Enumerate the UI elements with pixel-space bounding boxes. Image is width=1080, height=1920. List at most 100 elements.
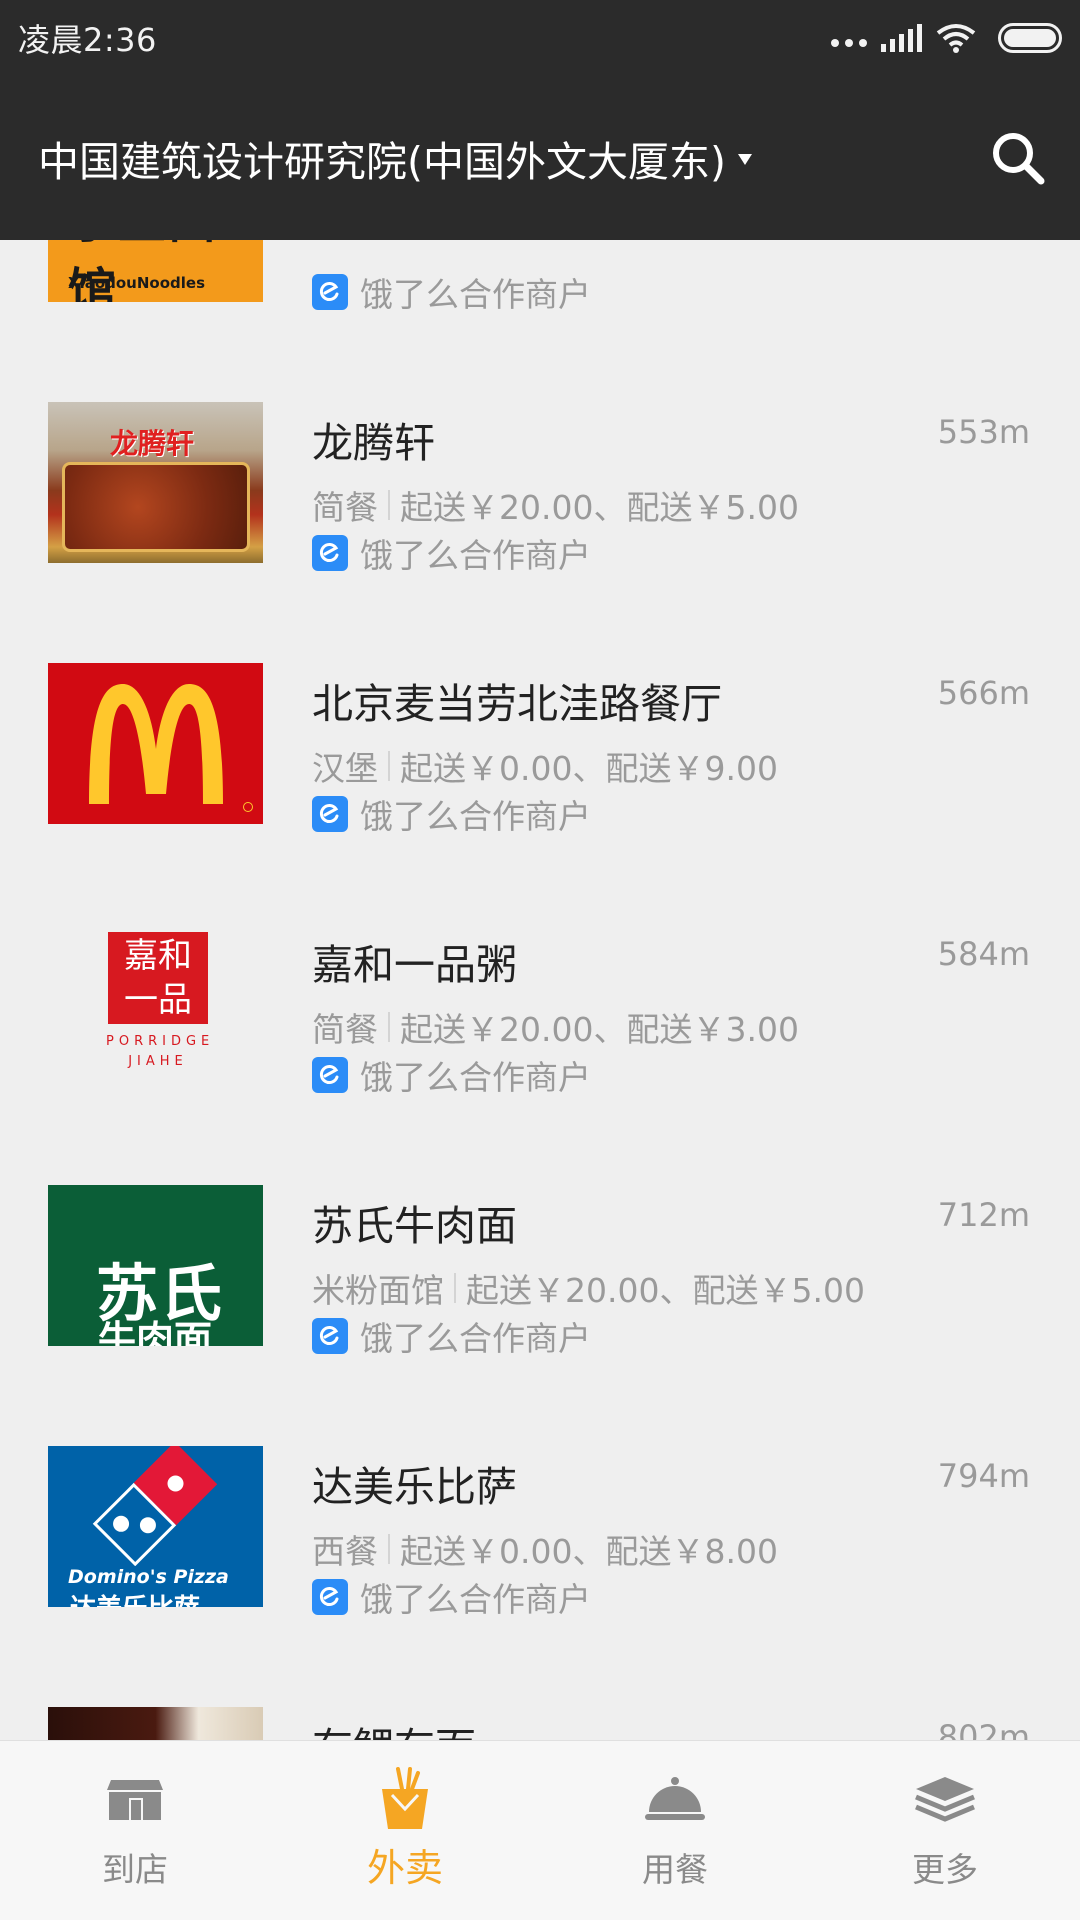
restaurant-logo — [48, 1707, 263, 1740]
restaurant-name: 达美乐比萨 — [312, 1463, 517, 1511]
divider — [388, 490, 390, 520]
restaurant-item[interactable]: 北京麦当劳北洼路餐厅 566m 汉堡 起送￥0.00、配送￥9.00 饿了么合作… — [0, 632, 1080, 893]
location-selector[interactable]: 中国建筑设计研究院(中国外文大厦东) — [38, 128, 752, 188]
partner-tag-label: 饿了么合作商户 — [360, 275, 591, 314]
restaurant-distance: 553m — [937, 413, 1030, 451]
divider — [454, 1273, 456, 1303]
restaurant-logo: 小豆面馆 XiaodouNoodles — [48, 240, 263, 302]
partner-tag: 饿了么合作商户 — [312, 268, 591, 316]
partner-tag-label: 饿了么合作商户 — [360, 1319, 591, 1358]
restaurant-meta: 米粉面馆 起送￥20.00、配送￥5.00 — [312, 1264, 865, 1312]
restaurant-logo: 龙腾轩 — [48, 402, 263, 563]
more-dots-icon — [831, 39, 867, 47]
restaurant-meta: 汉堡 起送￥0.00、配送￥9.00 — [312, 742, 778, 790]
eleme-icon — [312, 796, 348, 832]
partner-tag: 饿了么合作商户 — [312, 1051, 591, 1099]
location-label: 中国建筑设计研究院(中国外文大厦东) — [38, 138, 726, 186]
divider — [388, 1012, 390, 1042]
bottom-tab-bar: 到店 外卖 用餐 更多 — [0, 1740, 1080, 1920]
partner-tag: 饿了么合作商户 — [312, 1573, 591, 1621]
status-icons — [831, 23, 1062, 53]
restaurant-item[interactable]: Domino's Pizza 达美乐比萨 达美乐比萨 794m 西餐 起送￥0.… — [0, 1415, 1080, 1676]
restaurant-category: 汉堡 — [312, 749, 378, 788]
wifi-icon — [936, 24, 976, 53]
tab-label: 外卖 — [366, 1846, 443, 1890]
divider — [388, 751, 390, 781]
tab-dining[interactable]: 用餐 — [540, 1741, 810, 1920]
restaurant-name: 嘉和一品粥 — [312, 941, 517, 989]
tab-label: 到店 — [102, 1850, 168, 1889]
status-time: 凌晨2:36 — [18, 21, 157, 59]
logo-subtext: XiaodouNoodles — [68, 274, 205, 292]
restaurant-meta: 简餐 起送￥20.00、配送￥3.00 — [312, 1003, 799, 1051]
restaurant-logo: 苏氏 牛肉面 — [48, 1185, 263, 1346]
restaurant-item[interactable]: 嘉和一品 PORRIDGE JIAHE 嘉和一品粥 584m 简餐 起送￥20.… — [0, 893, 1080, 1154]
restaurant-fees: 起送￥0.00、配送￥9.00 — [400, 749, 778, 788]
restaurant-category: 西餐 — [312, 1532, 378, 1571]
partner-tag-label: 饿了么合作商户 — [360, 1580, 591, 1619]
partner-tag-label: 饿了么合作商户 — [360, 797, 591, 836]
partner-tag: 饿了么合作商户 — [312, 1312, 591, 1360]
restaurant-logo — [48, 663, 263, 824]
restaurant-item[interactable]: 小豆面馆 XiaodouNoodles 饿了么合作商户 — [0, 240, 1080, 371]
restaurant-category: 简餐 — [312, 488, 378, 527]
golden-arches-icon — [88, 683, 223, 804]
domino-tile-icon — [92, 1446, 218, 1566]
logo-subtext: PORRIDGE JIAHE — [106, 1034, 215, 1069]
takeout-box-icon — [373, 1767, 437, 1829]
header: 中国建筑设计研究院(中国外文大厦东) — [0, 76, 1080, 240]
restaurant-name: 有鲤有面 — [312, 1714, 476, 1740]
signal-icon — [881, 24, 922, 52]
logo-text: Domino's Pizza — [68, 1566, 229, 1588]
divider — [388, 1534, 390, 1564]
partner-tag: 饿了么合作商户 — [312, 529, 591, 577]
logo-text: 小豆面馆 — [68, 240, 216, 302]
restaurant-logo: 嘉和一品 PORRIDGE JIAHE — [48, 924, 263, 1085]
restaurant-meta: 西餐 起送￥0.00、配送￥8.00 — [312, 1525, 778, 1573]
restaurant-distance: 584m — [937, 935, 1030, 973]
tab-takeout[interactable]: 外卖 — [270, 1741, 540, 1920]
restaurant-fees: 起送￥20.00、配送￥5.00 — [466, 1271, 865, 1310]
tab-store[interactable]: 到店 — [0, 1741, 270, 1920]
restaurant-name: 龙腾轩 — [312, 419, 435, 467]
restaurant-distance: 566m — [937, 674, 1030, 712]
eleme-icon — [312, 1057, 348, 1093]
tab-label: 用餐 — [642, 1850, 708, 1889]
restaurant-category: 米粉面馆 — [312, 1271, 444, 1310]
partner-tag-label: 饿了么合作商户 — [360, 536, 591, 575]
dish-cloche-icon — [643, 1769, 707, 1829]
restaurant-item[interactable]: 有鲤有面 802m — [0, 1676, 1080, 1740]
restaurant-distance: 802m — [937, 1718, 1030, 1740]
logo-subtext: 牛肉面 — [98, 1318, 213, 1346]
eleme-icon — [312, 1318, 348, 1354]
restaurant-item[interactable]: 龙腾轩 龙腾轩 553m 简餐 起送￥20.00、配送￥5.00 饿了么合作商户 — [0, 371, 1080, 632]
battery-icon — [998, 23, 1062, 53]
restaurant-category: 简餐 — [312, 1010, 378, 1049]
restaurant-fees: 起送￥0.00、配送￥8.00 — [400, 1532, 778, 1571]
layers-icon — [913, 1769, 977, 1829]
eleme-icon — [312, 274, 348, 310]
restaurant-logo: Domino's Pizza 达美乐比萨 — [48, 1446, 263, 1607]
restaurant-meta: 简餐 起送￥20.00、配送￥5.00 — [312, 481, 799, 529]
eleme-icon — [312, 1579, 348, 1615]
logo-text: 嘉和一品 — [108, 932, 208, 1024]
tab-more[interactable]: 更多 — [810, 1741, 1080, 1920]
restaurant-distance: 794m — [937, 1457, 1030, 1495]
restaurant-name: 北京麦当劳北洼路餐厅 — [312, 680, 722, 728]
storefront-icon — [103, 1769, 167, 1829]
logo-text: 龙腾轩 — [110, 427, 195, 460]
restaurant-fees: 起送￥20.00、配送￥3.00 — [400, 1010, 799, 1049]
partner-tag-label: 饿了么合作商户 — [360, 1058, 591, 1097]
search-icon[interactable] — [988, 128, 1048, 188]
caret-down-icon — [738, 153, 752, 165]
eleme-icon — [312, 535, 348, 571]
partner-tag: 饿了么合作商户 — [312, 790, 591, 838]
restaurant-item[interactable]: 苏氏 牛肉面 苏氏牛肉面 712m 米粉面馆 起送￥20.00、配送￥5.00 … — [0, 1154, 1080, 1415]
restaurant-distance: 712m — [937, 1196, 1030, 1234]
top-bar: 凌晨2:36 中国建筑设计研究院(中国外文大厦东) — [0, 0, 1080, 240]
tab-label: 更多 — [912, 1850, 978, 1889]
restaurant-list[interactable]: 小豆面馆 XiaodouNoodles 饿了么合作商户 龙腾轩 龙腾轩 553m… — [0, 240, 1080, 1740]
status-bar: 凌晨2:36 — [0, 0, 1080, 76]
logo-subtext: 达美乐比萨 — [70, 1588, 200, 1607]
restaurant-name: 苏氏牛肉面 — [312, 1202, 517, 1250]
